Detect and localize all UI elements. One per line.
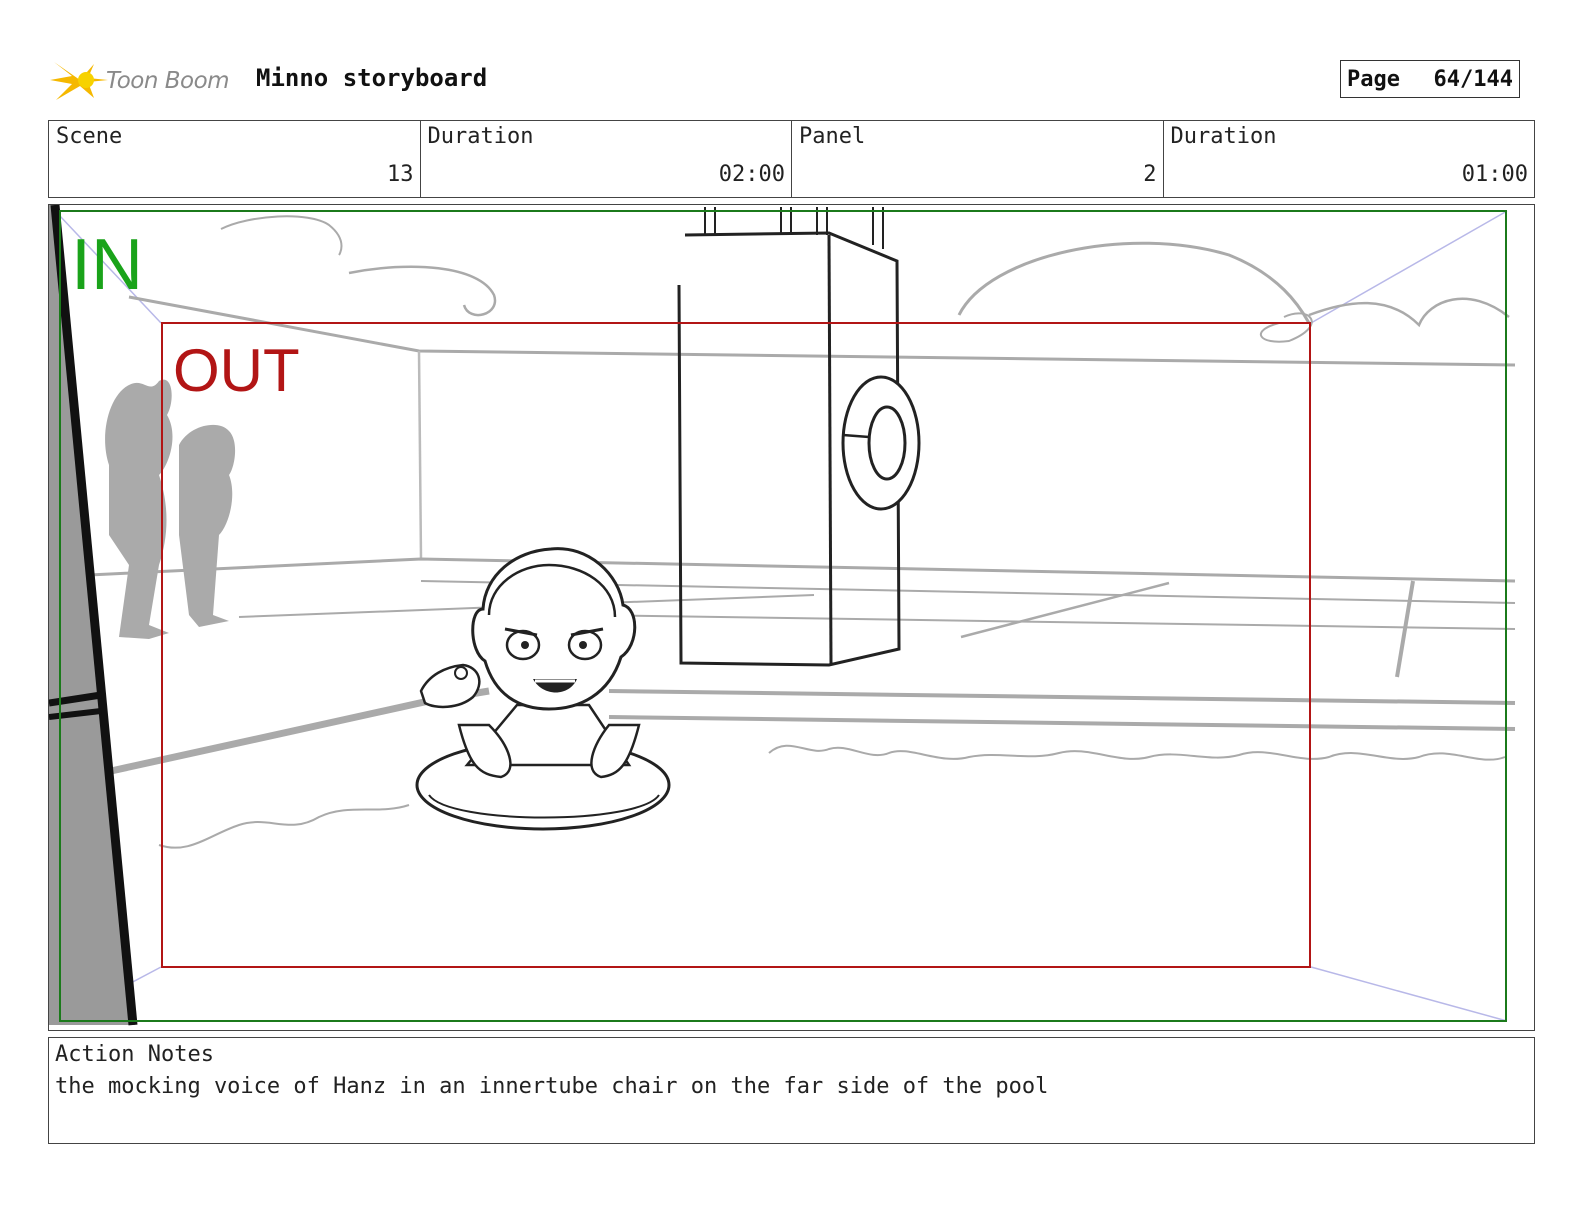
action-notes: Action Notes the mocking voice of Hanz i… bbox=[48, 1037, 1535, 1144]
page-label: Page bbox=[1347, 66, 1400, 92]
logo-text: Toon Boom bbox=[106, 68, 230, 94]
out-frame bbox=[161, 322, 1311, 968]
scene-label: Scene bbox=[56, 124, 123, 149]
scene-value: 13 bbox=[387, 162, 414, 187]
panel-label: Panel bbox=[799, 124, 866, 149]
panel-duration-cell: Duration 01:00 bbox=[1164, 121, 1535, 197]
scene-duration-label: Duration bbox=[427, 124, 534, 149]
toon-boom-logo: Toon Boom bbox=[50, 54, 250, 106]
project-title: Minno storyboard bbox=[256, 64, 488, 92]
storyboard-panel-image: IN OUT bbox=[48, 204, 1535, 1031]
page-indicator: Page 64/144 bbox=[1340, 60, 1520, 98]
scene-cell: Scene 13 bbox=[49, 121, 421, 197]
in-label: IN bbox=[71, 225, 143, 305]
out-label: OUT bbox=[173, 337, 300, 404]
panel-duration-label: Duration bbox=[1170, 124, 1277, 149]
action-notes-text: the mocking voice of Hanz in an innertub… bbox=[55, 1074, 1049, 1099]
header: Toon Boom Minno storyboard Page 64/144 bbox=[50, 52, 1534, 108]
panel-drawing bbox=[49, 205, 1516, 1026]
scene-duration-value: 02:00 bbox=[718, 162, 785, 187]
scene-duration-cell: Duration 02:00 bbox=[421, 121, 792, 197]
starburst-icon bbox=[50, 62, 108, 100]
panel-info-table: Scene 13 Duration 02:00 Panel 2 Duration… bbox=[48, 120, 1535, 198]
panel-cell: Panel 2 bbox=[792, 121, 1164, 197]
panel-duration-value: 01:00 bbox=[1461, 162, 1528, 187]
panel-value: 2 bbox=[1143, 162, 1157, 187]
action-notes-label: Action Notes bbox=[55, 1042, 214, 1067]
page-number: 64/144 bbox=[1433, 66, 1513, 92]
character-hanz bbox=[415, 547, 671, 831]
